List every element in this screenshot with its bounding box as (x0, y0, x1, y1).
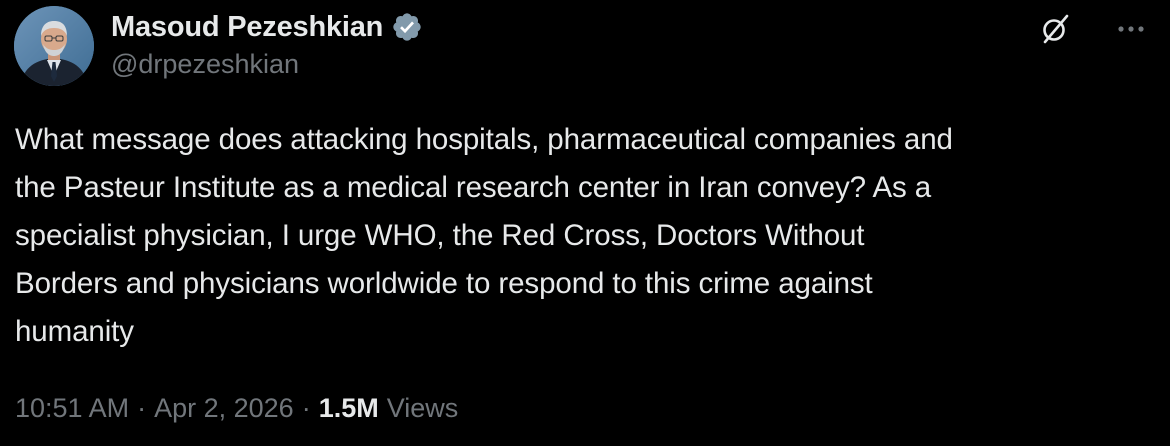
more-options-icon (1118, 26, 1144, 32)
tweet-text: What message does attacking hospitals, p… (15, 123, 953, 348)
avatar-image (14, 6, 94, 86)
grok-icon (1043, 14, 1069, 44)
tweet-time[interactable]: 10:51 AM (15, 393, 129, 424)
tweet-card: Masoud Pezeshkian @drpezeshkian What mes… (0, 0, 1170, 446)
author-display-name[interactable]: Masoud Pezeshkian (111, 11, 383, 44)
author-name-row: Masoud Pezeshkian (111, 7, 423, 47)
tweet-actions (1038, 12, 1148, 46)
meta-separator: · (301, 392, 311, 423)
avatar[interactable] (14, 6, 94, 86)
views-count[interactable]: 1.5M (319, 393, 379, 424)
tweet-date[interactable]: Apr 2, 2026 (154, 393, 294, 424)
meta-separator: · (137, 392, 147, 423)
verified-badge-icon[interactable] (391, 11, 423, 43)
author-handle[interactable]: @drpezeshkian (111, 49, 299, 80)
tweet-meta: 10:51 AM · Apr 2, 2026 · 1.5M Views (15, 388, 458, 428)
grok-button[interactable] (1038, 12, 1072, 46)
more-options-button[interactable] (1114, 12, 1148, 46)
views-label: Views (386, 392, 459, 423)
